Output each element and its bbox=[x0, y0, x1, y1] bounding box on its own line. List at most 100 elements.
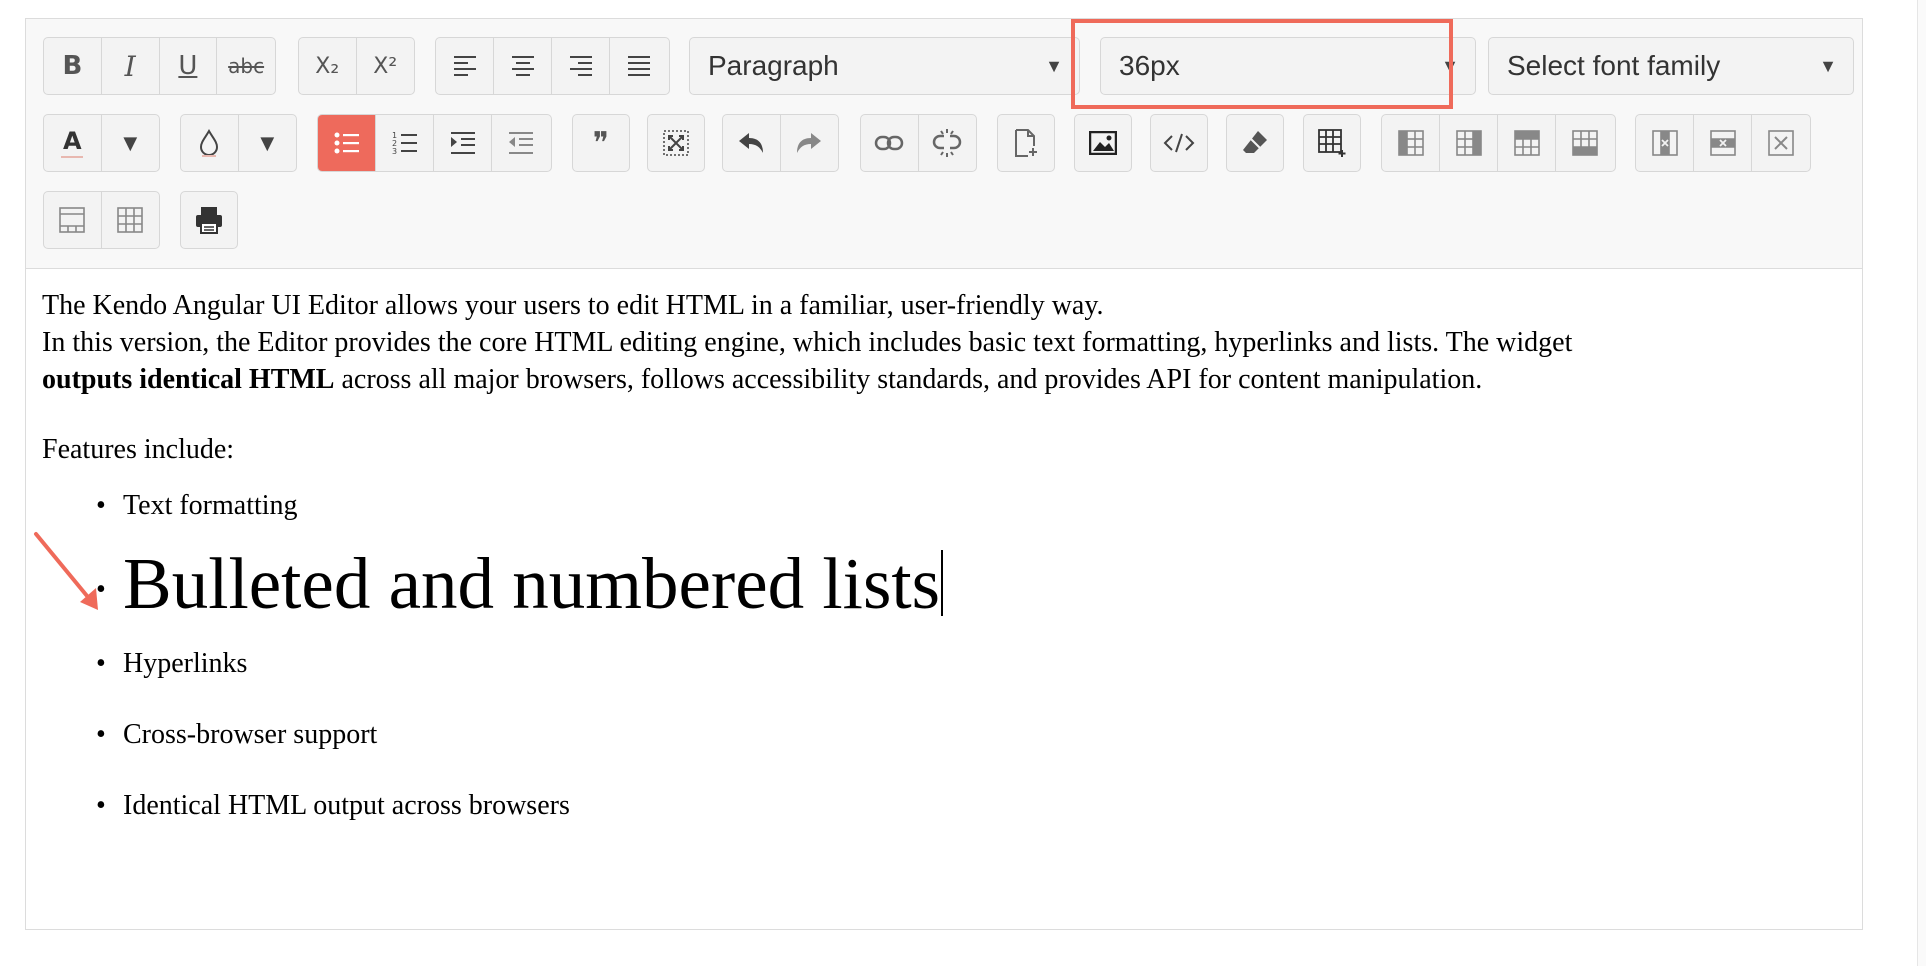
delete-row-button[interactable] bbox=[1694, 115, 1752, 171]
chevron-down-icon: ▼ bbox=[1045, 55, 1063, 76]
insert-table-button[interactable] bbox=[1304, 115, 1360, 171]
bold-button[interactable]: B bbox=[44, 38, 102, 94]
font-family-dropdown[interactable]: Select font family ▼ bbox=[1488, 37, 1854, 95]
add-column-before-icon bbox=[1397, 130, 1424, 156]
clear-formatting-button[interactable] bbox=[1227, 115, 1283, 171]
table-insert-icon bbox=[1318, 129, 1346, 157]
list-indent-group: 123 bbox=[317, 114, 552, 172]
bulleted-list-icon bbox=[334, 132, 359, 154]
insert-file-group bbox=[997, 114, 1055, 172]
text-color-button[interactable]: A bbox=[44, 115, 102, 171]
numbered-list-icon: 123 bbox=[392, 131, 417, 156]
bullet: • bbox=[96, 790, 106, 821]
select-all-icon bbox=[663, 130, 689, 156]
intro-line-1: The Kendo Angular UI Editor allows your … bbox=[42, 290, 1104, 321]
outdent-icon bbox=[509, 132, 533, 154]
add-row-after-icon bbox=[1572, 130, 1598, 156]
list-item: • Bulleted and numbered lists bbox=[96, 542, 1842, 626]
add-row-after-button[interactable] bbox=[1556, 115, 1614, 171]
clear-format-group bbox=[1226, 114, 1284, 172]
background-color-button[interactable] bbox=[181, 115, 239, 171]
blockquote-group: ❞ bbox=[572, 114, 630, 172]
align-right-icon bbox=[569, 56, 592, 76]
bulleted-list-button[interactable] bbox=[318, 115, 376, 171]
split-cells-icon bbox=[117, 207, 144, 233]
subscript-button[interactable]: X₂ bbox=[299, 38, 357, 94]
table-add-group bbox=[1381, 114, 1616, 172]
table-merge-group bbox=[43, 191, 160, 249]
intro-text-cont: across all major browsers, follows acces… bbox=[334, 364, 1483, 395]
align-left-button[interactable] bbox=[436, 38, 494, 94]
list-item: • Cross-browser support bbox=[96, 716, 1842, 753]
merge-cells-icon bbox=[59, 207, 86, 233]
font-family-placeholder: Select font family bbox=[1507, 50, 1721, 81]
delete-table-button[interactable] bbox=[1752, 115, 1810, 171]
table-delete-group bbox=[1635, 114, 1811, 172]
numbered-list-button[interactable]: 123 bbox=[376, 115, 434, 171]
page-scrollbar[interactable] bbox=[1917, 0, 1926, 966]
insert-file-button[interactable] bbox=[998, 115, 1054, 171]
select-all-button[interactable] bbox=[648, 115, 704, 171]
italic-button[interactable]: I bbox=[102, 38, 160, 94]
background-color-picker[interactable]: ▼ bbox=[180, 114, 297, 172]
split-cells-button[interactable] bbox=[102, 192, 160, 248]
indent-button[interactable] bbox=[434, 115, 492, 171]
script-group: X₂ X² bbox=[298, 37, 415, 95]
justify-icon bbox=[628, 56, 650, 76]
justify-button[interactable] bbox=[610, 38, 668, 94]
image-icon bbox=[1089, 131, 1117, 155]
background-color-dropdown-arrow[interactable]: ▼ bbox=[239, 115, 297, 171]
svg-text:3: 3 bbox=[392, 147, 397, 156]
add-column-after-button[interactable] bbox=[1440, 115, 1498, 171]
format-block-dropdown[interactable]: Paragraph ▼ bbox=[689, 37, 1080, 95]
insert-table-group bbox=[1303, 114, 1361, 172]
print-icon bbox=[196, 207, 222, 234]
delete-column-button[interactable] bbox=[1636, 115, 1694, 171]
indent-icon bbox=[450, 132, 475, 154]
intro-bold-text: outputs identical HTML bbox=[42, 364, 335, 395]
editor-toolbar: B I U abc X₂ X² Paragraph ▼ 36px ▼ Selec… bbox=[26, 19, 1862, 269]
underline-button[interactable]: U bbox=[160, 38, 218, 94]
strikethrough-button[interactable]: abc bbox=[217, 38, 275, 94]
quote-icon: ❞ bbox=[592, 125, 610, 161]
redo-icon bbox=[797, 133, 822, 153]
font-size-value: 36px bbox=[1119, 50, 1180, 81]
merge-cells-button[interactable] bbox=[44, 192, 102, 248]
insert-link-button[interactable] bbox=[861, 115, 919, 171]
align-center-button[interactable] bbox=[494, 38, 552, 94]
view-source-button[interactable] bbox=[1151, 115, 1207, 171]
font-size-dropdown[interactable]: 36px ▼ bbox=[1100, 37, 1476, 95]
format-block-value: Paragraph bbox=[708, 50, 839, 81]
text-cursor bbox=[941, 550, 944, 616]
print-group bbox=[180, 191, 238, 249]
align-center-icon bbox=[511, 56, 534, 76]
annotation-arrow-icon bbox=[34, 532, 98, 610]
add-column-before-button[interactable] bbox=[1382, 115, 1440, 171]
code-icon bbox=[1163, 133, 1195, 153]
undo-button[interactable] bbox=[723, 115, 781, 171]
insert-image-button[interactable] bbox=[1075, 115, 1131, 171]
link-icon bbox=[875, 135, 904, 151]
select-all-group bbox=[647, 114, 705, 172]
eraser-icon bbox=[1243, 131, 1267, 153]
text-color-dropdown-arrow[interactable]: ▼ bbox=[102, 115, 160, 171]
unlink-button[interactable] bbox=[919, 115, 977, 171]
intro-paragraph: In this version, the Editor provides the… bbox=[42, 324, 1842, 398]
chevron-down-icon: ▼ bbox=[123, 132, 138, 154]
add-row-before-button[interactable] bbox=[1498, 115, 1556, 171]
align-left-icon bbox=[453, 56, 476, 76]
outdent-button[interactable] bbox=[492, 115, 550, 171]
delete-column-icon bbox=[1651, 130, 1678, 156]
align-right-button[interactable] bbox=[552, 38, 610, 94]
history-group bbox=[722, 114, 839, 172]
superscript-button[interactable]: X² bbox=[357, 38, 415, 94]
intro-text: In this version, the Editor provides the… bbox=[42, 327, 1573, 358]
features-heading: Features include: bbox=[42, 434, 235, 465]
print-button[interactable] bbox=[181, 192, 237, 248]
unlink-icon bbox=[933, 129, 962, 157]
text-color-picker[interactable]: A ▼ bbox=[43, 114, 160, 172]
editor-content[interactable]: The Kendo Angular UI Editor allows your … bbox=[42, 287, 1842, 824]
redo-button[interactable] bbox=[781, 115, 839, 171]
list-item: • Text formatting bbox=[96, 487, 1842, 524]
blockquote-button[interactable]: ❞ bbox=[573, 115, 629, 171]
